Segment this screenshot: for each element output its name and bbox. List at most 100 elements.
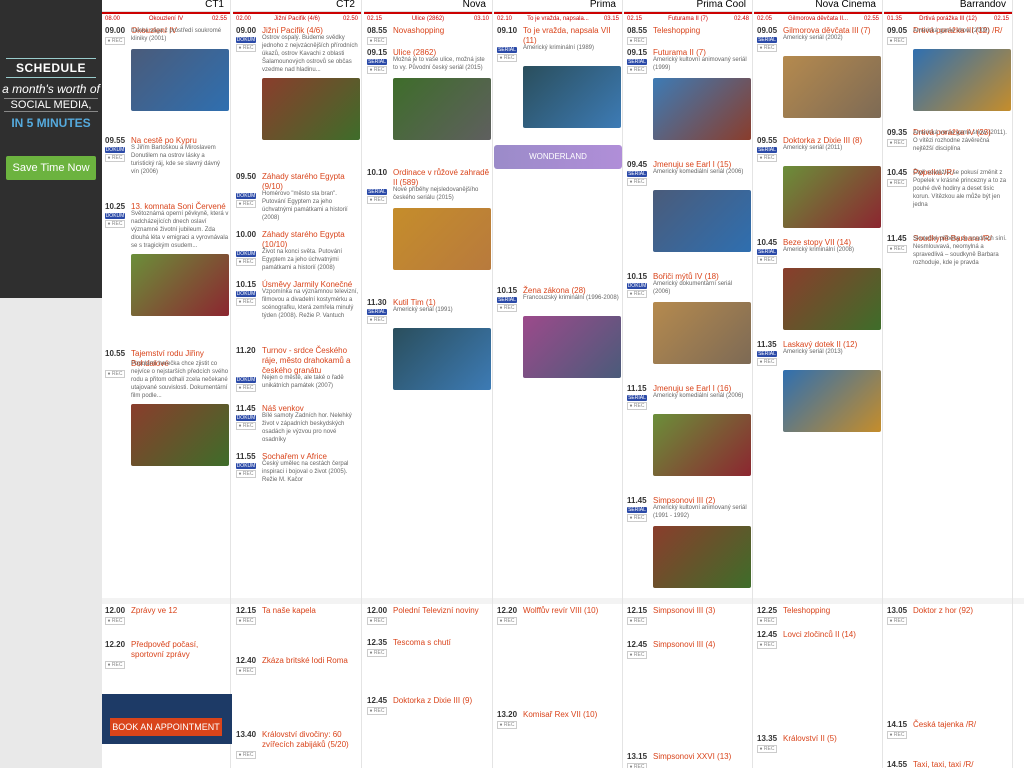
record-button[interactable]: ● REC: [367, 196, 387, 204]
program-thumbnail[interactable]: [653, 414, 751, 476]
record-button[interactable]: ● REC: [497, 721, 517, 729]
program-title[interactable]: To je vražda, napsala VII (11): [523, 26, 621, 46]
program-thumbnail[interactable]: [913, 49, 1011, 111]
booking-banner[interactable]: BOOK AN APPOINTMENT: [102, 694, 232, 744]
program-item[interactable]: 08.55 Teleshopping ● REC: [627, 26, 751, 45]
record-button[interactable]: ● REC: [105, 661, 125, 669]
program-item[interactable]: 13.40 Království divočiny: 60 zvířecích z…: [236, 730, 360, 759]
record-button[interactable]: ● REC: [887, 139, 907, 147]
program-item[interactable]: 09.00 Okouzlení IV ● REC Italská sága z pro…: [105, 26, 229, 111]
program-item[interactable]: 12.15 Simpsonovi III (3) ● REC: [627, 606, 751, 625]
record-button[interactable]: ● REC: [367, 649, 387, 657]
program-title[interactable]: Teleshopping: [653, 26, 751, 36]
record-button[interactable]: ● REC: [105, 220, 125, 228]
record-button[interactable]: ● REC: [236, 667, 256, 675]
program-item[interactable]: 08.55 Novashopping ● REC: [367, 26, 491, 45]
program-item[interactable]: 14.55Taxi, taxi, taxi /R/● REC: [887, 760, 1011, 768]
program-title[interactable]: Zkáza britské lodi Roma: [262, 656, 360, 666]
program-item[interactable]: 12.45 Lovci zločinců II (14) ● REC: [757, 630, 881, 649]
channel-header[interactable]: Nova: [364, 0, 492, 12]
program-title[interactable]: Teleshopping: [783, 606, 881, 616]
record-button[interactable]: ● REC: [757, 358, 777, 366]
program-item[interactable]: 11.45 Náš venkov DOKUM ● REC Bílé samoty Zad…: [236, 404, 360, 444]
program-thumbnail[interactable]: [653, 78, 751, 140]
program-item[interactable]: 11.15 Jmenuju se Earl I (16) SERIÁL ● REC Am…: [627, 384, 751, 476]
program-item[interactable]: 12.45 Simpsonovi III (4) ● REC: [627, 640, 751, 659]
program-title[interactable]: Záhady starého Egypta (10/10): [262, 230, 360, 250]
program-item[interactable]: 13.20 Komisař Rex VII (10) ● REC: [497, 710, 621, 729]
program-item[interactable]: 10.10 Ordinace v růžové zahradě II (589) S…: [367, 168, 491, 270]
program-thumbnail[interactable]: [262, 78, 360, 140]
record-button[interactable]: ● REC: [627, 617, 647, 625]
program-item[interactable]: 13.15 Simpsonovi XXVI (13) ● REC: [627, 752, 751, 768]
program-item[interactable]: 11.35 Laskavý dotek II (12) SERIÁL ● REC Ame…: [757, 340, 881, 432]
program-item[interactable]: 10.15 Bořiči mýtů IV (18) DOKUM ● REC Americ…: [627, 272, 751, 364]
record-button[interactable]: ● REC: [757, 641, 777, 649]
record-button[interactable]: ● REC: [367, 37, 387, 45]
program-thumbnail[interactable]: [653, 526, 751, 588]
program-title[interactable]: Zprávy ve 12: [131, 606, 229, 616]
program-title[interactable]: Doktor z hor (92): [913, 606, 1011, 616]
program-item[interactable]: 14.15 Česká tajenka /R/ ● REC: [887, 720, 1011, 739]
record-button[interactable]: ● REC: [236, 298, 256, 306]
record-button[interactable]: ● REC: [887, 731, 907, 739]
program-item[interactable]: 10.45 Popelka /R/● REC Čtyři soutěžící se …: [887, 168, 1011, 209]
program-item[interactable]: 10.55 Tajemství rodu Jiřiny Bohdalové ● RE…: [105, 349, 229, 466]
program-thumbnail[interactable]: [131, 49, 229, 111]
record-button[interactable]: ● REC: [236, 617, 256, 625]
program-title[interactable]: Ta naše kapela: [262, 606, 360, 616]
schedule-ad[interactable]: SCHEDULE a month's worth of SOCIAL MEDIA…: [0, 0, 102, 298]
program-item[interactable]: 12.40 Zkáza britské lodi Roma ● REC: [236, 656, 360, 675]
program-item[interactable]: 10.25 13. komnata Soni Červené DOKUM ● REC S…: [105, 202, 229, 316]
record-button[interactable]: ● REC: [236, 44, 256, 52]
program-item[interactable]: 09.45 Jmenuju se Earl I (15) SERIÁL ● REC Am…: [627, 160, 751, 252]
record-button[interactable]: ● REC: [627, 37, 647, 45]
program-thumbnail[interactable]: [131, 404, 229, 466]
wonderland-promo[interactable]: WONDERLAND: [494, 145, 622, 169]
program-item[interactable]: 13.35 Království II (5) ● REC: [757, 734, 881, 753]
program-title[interactable]: Království divočiny: 60 zvířecích zabijá…: [262, 730, 360, 750]
program-thumbnail[interactable]: [393, 208, 491, 270]
channel-header[interactable]: CT2: [233, 0, 361, 12]
program-title[interactable]: Komisař Rex VII (10): [523, 710, 621, 720]
channel-header[interactable]: Prima Cool: [624, 0, 752, 12]
program-title[interactable]: Wolffův revír VIII (10): [523, 606, 621, 616]
program-title[interactable]: Turnov - srdce Českého ráje, město draho…: [262, 346, 360, 376]
record-button[interactable]: ● REC: [627, 178, 647, 186]
program-item[interactable]: 11.30 Kutil Tim (1) SERIÁL ● REC Americký se…: [367, 298, 491, 390]
record-button[interactable]: ● REC: [757, 617, 777, 625]
channel-header[interactable]: Nova Cinema: [754, 0, 882, 12]
program-title[interactable]: Taxi, taxi, taxi /R/: [913, 760, 1011, 768]
record-button[interactable]: ● REC: [367, 617, 387, 625]
program-title[interactable]: Lovci zločinců II (14): [783, 630, 881, 640]
program-title[interactable]: Předpověď počasí, sportovní zprávy: [131, 640, 229, 660]
record-button[interactable]: ● REC: [627, 290, 647, 298]
program-item[interactable]: 10.45 Beze stopy VII (14) SERIÁL ● REC Ameri…: [757, 238, 881, 330]
program-title[interactable]: Ordinace v růžové zahradě II (589): [393, 168, 491, 188]
record-button[interactable]: ● REC: [627, 763, 647, 768]
record-button[interactable]: ● REC: [887, 245, 907, 253]
record-button[interactable]: ● REC: [627, 651, 647, 659]
record-button[interactable]: ● REC: [627, 402, 647, 410]
program-item[interactable]: 12.15 Ta naše kapela ● REC: [236, 606, 360, 625]
record-button[interactable]: ● REC: [757, 745, 777, 753]
program-thumbnail[interactable]: [393, 328, 491, 390]
program-title[interactable]: Doktorka z Dixie III (9): [393, 696, 491, 706]
record-button[interactable]: ● REC: [887, 179, 907, 187]
channel-header[interactable]: CT1: [102, 0, 230, 12]
program-item[interactable]: 10.00 Záhady starého Egypta (10/10) DOKUM ●…: [236, 230, 360, 272]
record-button[interactable]: ● REC: [105, 370, 125, 378]
program-thumbnail[interactable]: [783, 166, 881, 228]
record-button[interactable]: ● REC: [236, 258, 256, 266]
record-button[interactable]: ● REC: [757, 256, 777, 264]
record-button[interactable]: ● REC: [757, 154, 777, 162]
program-thumbnail[interactable]: [783, 370, 881, 432]
program-thumbnail[interactable]: [783, 268, 881, 330]
record-button[interactable]: ● REC: [627, 66, 647, 74]
program-title[interactable]: Novashopping: [393, 26, 491, 36]
program-title[interactable]: Simpsonovi XXVI (13): [653, 752, 751, 762]
channel-header[interactable]: Barrandov: [884, 0, 1012, 12]
record-button[interactable]: ● REC: [236, 384, 256, 392]
program-item[interactable]: 10.15 Žena zákona (28) SERIÁL ● REC Francouz…: [497, 286, 621, 378]
program-thumbnail[interactable]: [653, 190, 751, 252]
